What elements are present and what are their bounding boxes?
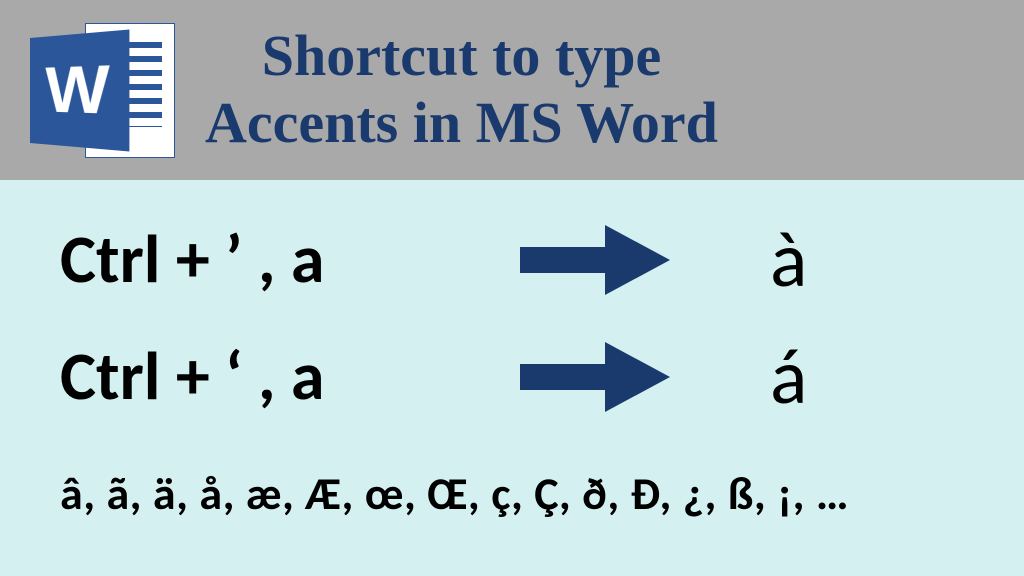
ms-word-icon [30,18,175,163]
shortcut-key-combo: Ctrl + ‘ , a [60,335,520,418]
content-area: Ctrl + ’ , a à Ctrl + ‘ , a á â, ã, ä, å… [0,180,1024,576]
shortcut-row: Ctrl + ’ , a à [60,212,964,307]
word-icon-book [30,29,129,151]
title-line-2: Accents in MS Word [205,90,718,155]
shortcut-key-combo: Ctrl + ’ , a [60,218,520,301]
result-character: á [770,329,807,424]
shortcut-row: Ctrl + ‘ , a á [60,329,964,424]
header-banner: Shortcut to type Accents in MS Word [0,0,1024,180]
arrow-right-icon [520,342,670,412]
arrow-right-icon [520,225,670,295]
title-line-1: Shortcut to type [262,23,662,88]
accent-characters-list: â, ã, ä, å, æ, Æ, œ, Œ, ç, Ç, ð, Đ, ¿, ß… [60,466,964,522]
result-character: à [770,212,807,307]
page-title: Shortcut to type Accents in MS Word [205,23,718,156]
